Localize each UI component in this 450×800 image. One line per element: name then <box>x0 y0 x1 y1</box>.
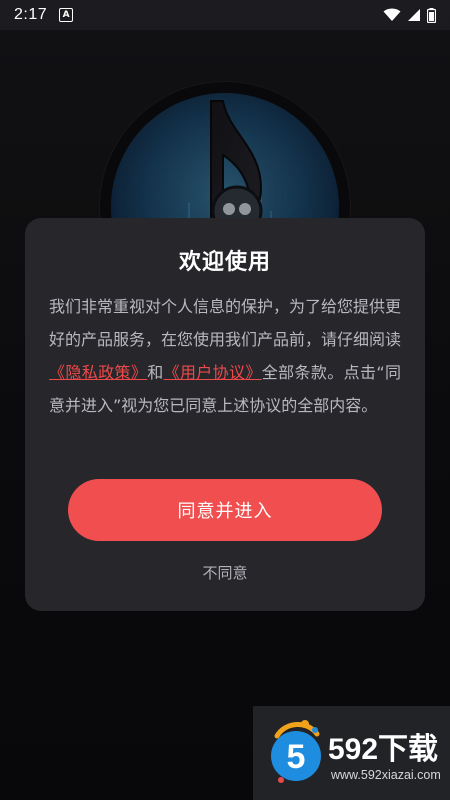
dialog-title: 欢迎使用 <box>178 250 271 275</box>
dialog-body: 我们非常重视对个人信息的保护，为了给您提供更好的产品服务，在您使用我们产品前，请… <box>49 290 401 422</box>
status-icons <box>383 7 436 23</box>
status-time: 2:17 <box>14 6 48 23</box>
notification-badge: A <box>59 8 74 22</box>
battery-icon <box>427 7 436 23</box>
watermark: 5 592下载 www.592xiazai.com <box>253 706 450 800</box>
watermark-url: www.592xiazai.com <box>331 768 441 782</box>
user-agreement-link[interactable]: 《用户协议》 <box>164 363 262 382</box>
welcome-dialog: 欢迎使用 我们非常重视对个人信息的保护，为了给您提供更好的产品服务，在您使用我们… <box>25 218 425 611</box>
status-bar: 2:17 A <box>0 0 450 30</box>
wifi-icon <box>383 8 401 21</box>
privacy-policy-link[interactable]: 《隐私政策》 <box>49 363 147 382</box>
agree-button[interactable]: 同意并进入 <box>68 479 382 541</box>
disagree-button[interactable]: 不同意 <box>175 560 275 586</box>
watermark-logo-digit: 5 <box>287 738 306 776</box>
watermark-title: 592下载 <box>328 733 439 766</box>
body-conjunction: 和 <box>147 363 164 382</box>
signal-icon <box>408 9 420 21</box>
watermark-logo: 5 <box>271 720 321 783</box>
body-text-1: 我们非常重视对个人信息的保护，为了给您提供更好的产品服务，在您使用我们产品前，请… <box>49 297 402 349</box>
